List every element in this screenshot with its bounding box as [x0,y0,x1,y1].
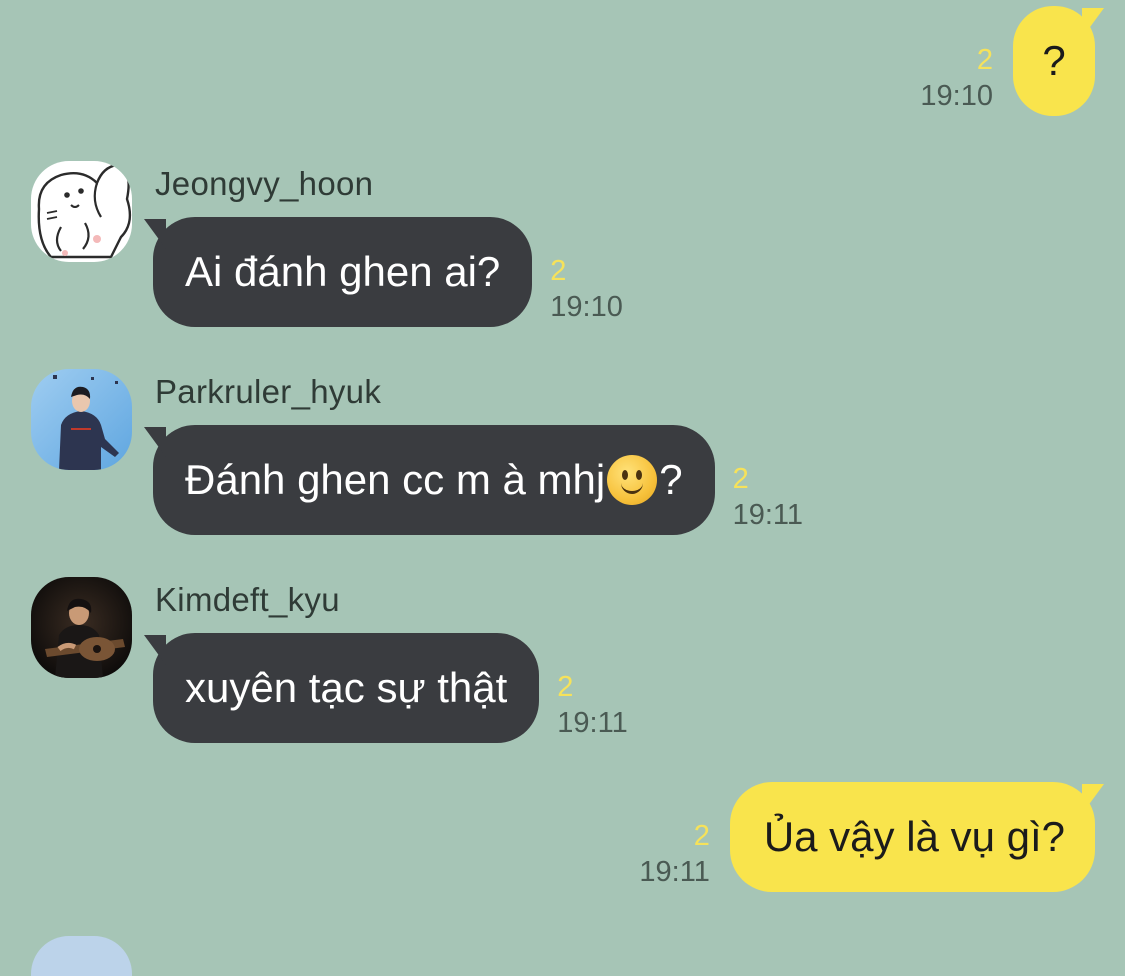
unread-count: 2 [550,255,567,287]
message-text: xuyên tạc sự thật [185,664,508,711]
message-meta: 2 19:11 [733,461,803,535]
unread-count: 2 [976,44,993,76]
message-bubble[interactable]: Ai đánh ghen ai? [153,217,533,327]
message-text-suffix: ? [659,456,683,503]
message-meta: 2 19:11 [557,669,627,743]
message-text: Ai đánh ghen ai? [185,248,501,295]
slightly-smiling-face-icon [607,455,658,505]
avatar[interactable] [31,369,132,470]
guitarist-photo-avatar-icon [31,577,132,678]
incoming-message: Jeongvy_hoon Ai đánh ghen ai? 2 19:10 [0,161,1125,331]
sender-name: Kimdeft_kyu [155,581,340,618]
avatar[interactable] [31,161,132,262]
timestamp: 19:10 [550,291,623,323]
message-bubble[interactable]: ? [1013,6,1095,116]
message-text: Ủa vậy là vụ gì? [763,813,1065,860]
incoming-message: Kimdeft_kyu xuyên tạc sự thật 2 19:11 [0,577,1125,747]
message-row: Ai đánh ghen ai? 2 19:10 [153,217,623,327]
sender-name: Parkruler_hyuk [155,373,382,410]
person-photo-avatar-icon [31,369,132,470]
chat-room: 2 19:10 ? Jeongvy_hoon Ai đánh ghen ai? … [0,0,1125,976]
unread-count: 2 [557,671,574,703]
unread-count: 2 [693,820,710,852]
sender-name: Jeongvy_hoon [155,165,374,202]
message-bubble[interactable]: xuyên tạc sự thật [153,633,540,743]
unread-count: 2 [732,463,749,495]
message-meta: 2 19:10 [550,253,623,327]
message-bubble[interactable]: Đánh ghen cc m à mhj ? [153,425,715,535]
cartoon-bunny-avatar-icon [31,161,132,262]
timestamp: 19:11 [639,856,710,888]
message-row: Đánh ghen cc m à mhj ? 2 19:11 [153,425,803,535]
message-text: ? [1042,37,1066,84]
timestamp: 19:11 [557,707,628,739]
message-meta: 2 19:11 [639,818,709,892]
message-row: xuyên tạc sự thật 2 19:11 [153,633,628,743]
timestamp: 19:11 [732,499,803,531]
timestamp: 19:10 [920,80,993,112]
incoming-message: Parkruler_hyuk Đánh ghen cc m à mhj ? 2 … [0,369,1125,539]
message-text: Đánh ghen cc m à mhj [185,456,606,503]
outgoing-message: 2 19:10 ? [920,6,1095,116]
avatar[interactable] [31,936,132,976]
message-bubble[interactable]: Ủa vậy là vụ gì? [729,782,1095,892]
message-meta: 2 19:10 [920,42,993,116]
avatar[interactable] [31,577,132,678]
outgoing-message: 2 19:11 Ủa vậy là vụ gì? [639,782,1095,892]
